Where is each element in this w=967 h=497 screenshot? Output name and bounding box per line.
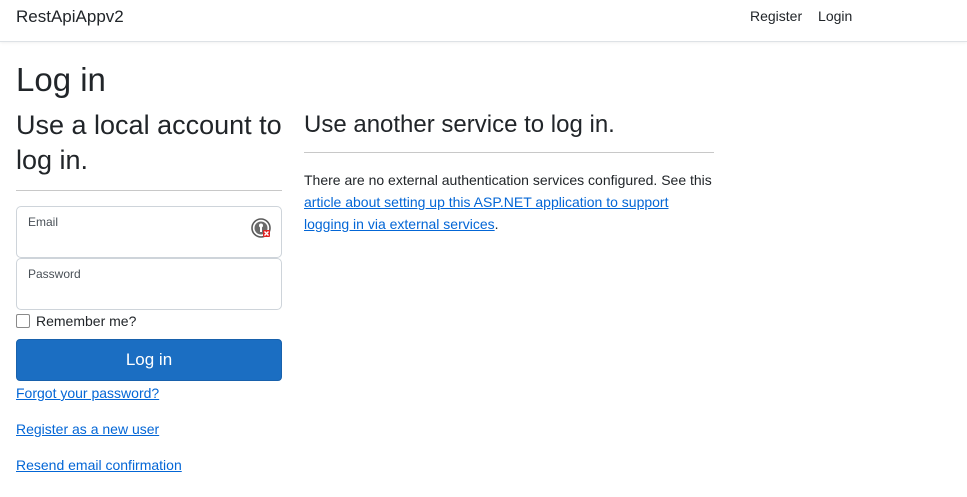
brand-link[interactable]: RestApiAppv2 bbox=[16, 7, 124, 27]
local-divider bbox=[16, 190, 282, 191]
local-account-heading: Use a local account to log in. bbox=[16, 110, 282, 175]
resend-confirmation-link[interactable]: Resend email confirmation bbox=[16, 457, 182, 473]
external-info-text: There are no external authentication ser… bbox=[304, 169, 714, 235]
password-field[interactable]: Password bbox=[16, 258, 282, 310]
password-input[interactable] bbox=[27, 283, 251, 305]
page-title: Log in bbox=[16, 61, 106, 98]
register-new-user-link[interactable]: Register as a new user bbox=[16, 421, 159, 437]
nav-login-link[interactable]: Login bbox=[818, 8, 852, 24]
external-login-heading: Use another service to log in. bbox=[304, 111, 615, 138]
top-navbar: RestApiAppv2 Register Login bbox=[0, 0, 967, 42]
email-field[interactable]: Email bbox=[16, 206, 282, 258]
email-label: Email bbox=[28, 215, 59, 229]
external-article-link[interactable]: article about setting up this ASP.NET ap… bbox=[304, 194, 669, 232]
remember-me-label[interactable]: Remember me? bbox=[36, 313, 136, 329]
nav-links: Register Login bbox=[750, 8, 852, 24]
remember-me-checkbox[interactable] bbox=[16, 314, 30, 328]
nav-register-link[interactable]: Register bbox=[750, 8, 802, 24]
login-button[interactable]: Log in bbox=[16, 339, 282, 381]
password-label: Password bbox=[28, 267, 81, 281]
external-text-after: . bbox=[494, 216, 499, 232]
external-divider bbox=[304, 152, 714, 153]
forgot-password-link[interactable]: Forgot your password? bbox=[16, 385, 159, 401]
email-input[interactable] bbox=[27, 231, 251, 253]
external-text-before: There are no external authentication ser… bbox=[304, 172, 712, 188]
password-manager-icon[interactable] bbox=[251, 218, 271, 238]
remember-me[interactable]: Remember me? bbox=[16, 313, 136, 329]
